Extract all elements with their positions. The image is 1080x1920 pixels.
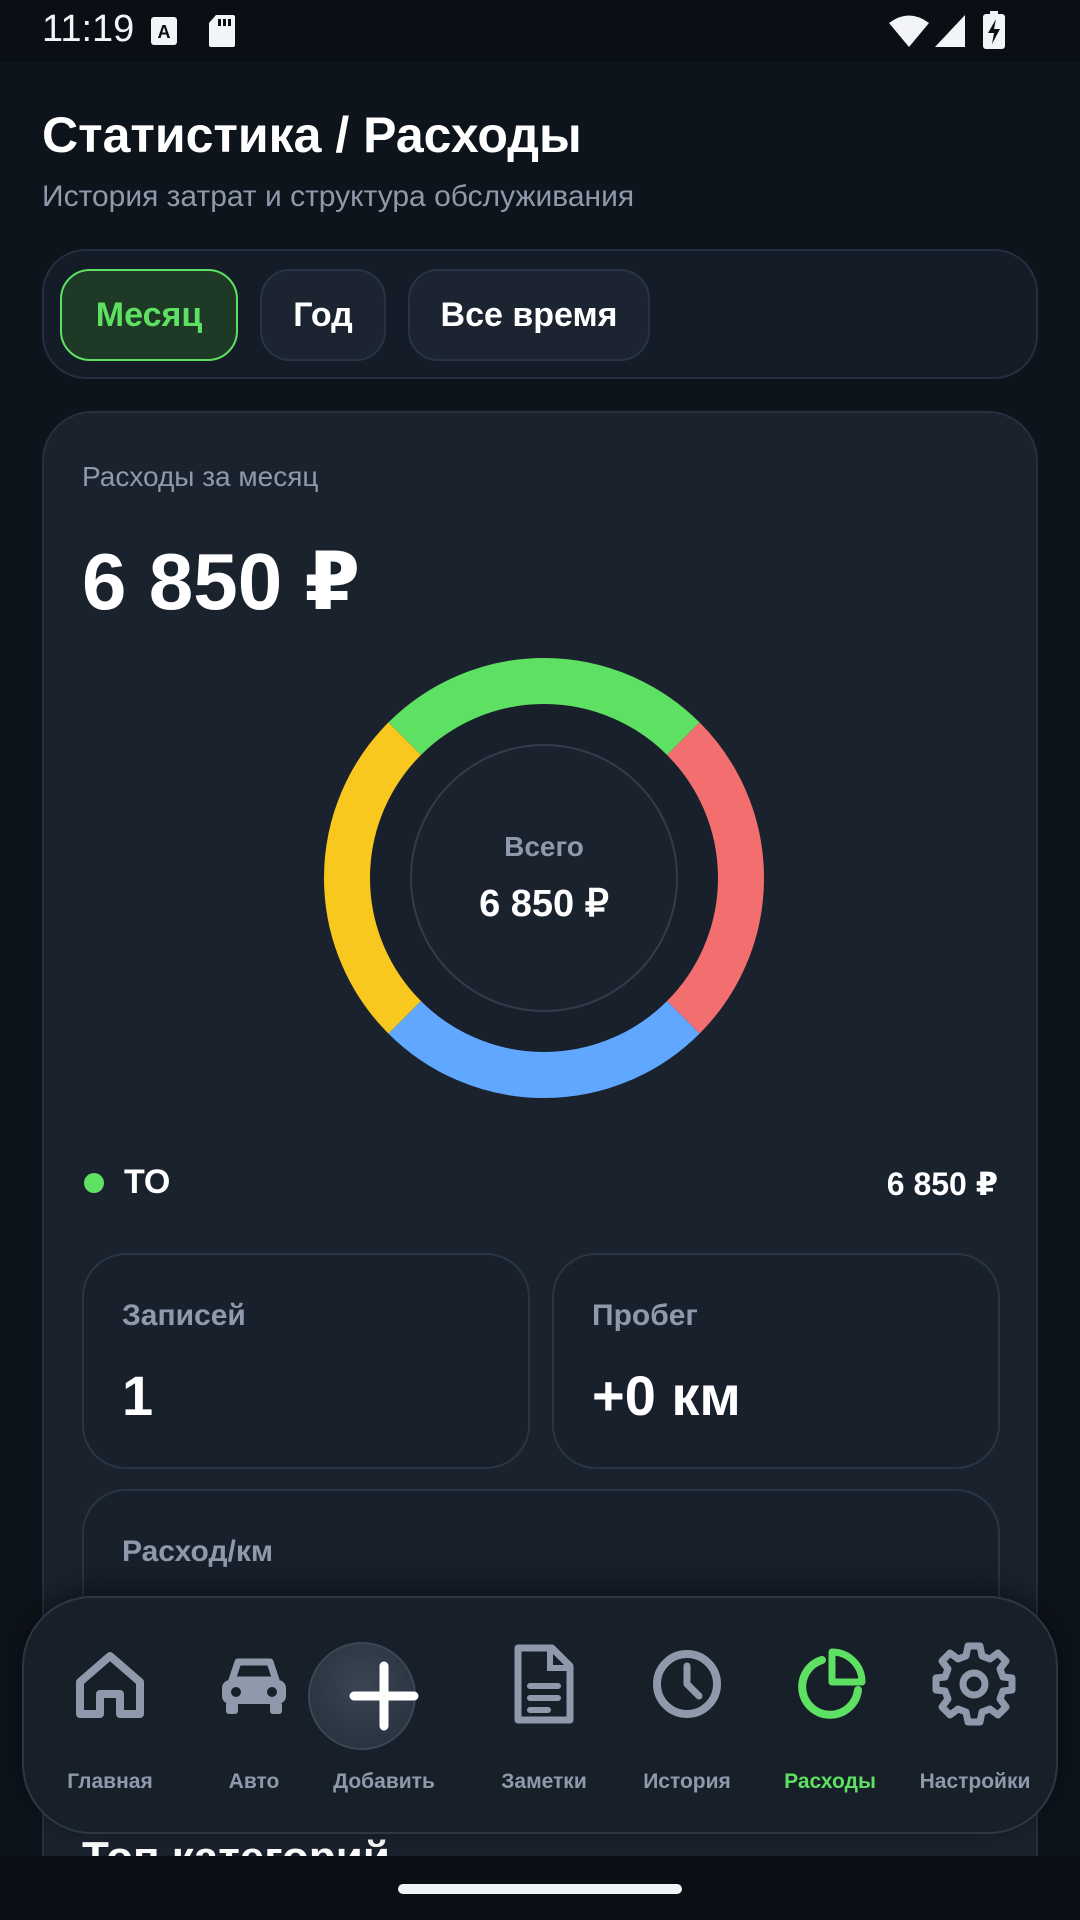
nav-item-notes[interactable]: Заметки: [474, 1598, 614, 1836]
legend-dot-maintenance: [84, 1173, 104, 1193]
cost-per-km-label: Расход/км: [122, 1535, 274, 1568]
donut-center-label: Всего: [504, 831, 584, 862]
page-subtitle: История затрат и структура обслуживания: [42, 180, 635, 213]
bottom-navigation: Главная Авто Добавить Заметки История Ра…: [22, 1596, 1058, 1834]
home-indicator[interactable]: [398, 1884, 682, 1894]
tab-month[interactable]: Месяц: [60, 269, 238, 361]
donut-center-value: 6 850 ₽: [479, 883, 609, 925]
status-time: 11:19: [42, 8, 135, 50]
records-value: 1: [122, 1364, 154, 1427]
car-icon: [222, 1658, 286, 1714]
keyboard-notification-icon: A: [151, 17, 177, 45]
svg-text:A: A: [158, 22, 171, 42]
nav-item-add[interactable]: Добавить: [308, 1598, 468, 1836]
nav-label-home: Главная: [67, 1770, 153, 1793]
nav-item-history[interactable]: История: [617, 1598, 757, 1836]
status-bar: 11:19 A: [0, 0, 1080, 62]
nav-item-settings[interactable]: Настройки: [904, 1598, 1044, 1836]
nav-label-expenses: Расходы: [784, 1770, 876, 1793]
tab-year[interactable]: Год: [260, 269, 386, 361]
donut-center: [410, 744, 678, 1012]
nav-item-home[interactable]: Главная: [40, 1598, 180, 1836]
page-title: Статистика / Расходы: [42, 107, 582, 163]
period-selector: Месяц Год Все время: [42, 249, 1038, 379]
nav-label-notes: Заметки: [501, 1770, 587, 1793]
wifi-icon: [889, 15, 929, 47]
sd-card-icon: [209, 15, 235, 47]
mileage-value: +0 км: [592, 1364, 741, 1427]
expenses-period-label: Расходы за месяц: [82, 461, 319, 492]
plus-icon: [349, 1661, 419, 1731]
expenses-total: 6 850 ₽: [82, 537, 361, 626]
nav-label-history: История: [643, 1770, 731, 1793]
expenses-donut-chart: Всего 6 850 ₽: [324, 658, 764, 1098]
nav-item-car[interactable]: Авто: [184, 1598, 324, 1836]
nav-item-expenses[interactable]: Расходы: [760, 1598, 900, 1836]
records-label: Записей: [122, 1299, 246, 1332]
home-icon: [76, 1652, 144, 1718]
clock-icon: [653, 1650, 721, 1718]
gear-icon: [932, 1642, 1016, 1726]
legend-value-maintenance: 6 850 ₽: [886, 1166, 998, 1202]
nav-label-add: Добавить: [333, 1770, 435, 1793]
tab-all-time[interactable]: Все время: [408, 269, 650, 361]
mileage-label: Пробег: [592, 1299, 698, 1332]
mileage-card: Пробег +0 км: [552, 1253, 1000, 1469]
pie-chart-icon: [798, 1648, 866, 1719]
signal-icon: [935, 15, 965, 47]
nav-label-settings: Настройки: [919, 1770, 1031, 1793]
records-card: Записей 1: [82, 1253, 530, 1469]
notes-icon: [514, 1644, 574, 1724]
legend-label-maintenance: ТО: [124, 1163, 171, 1201]
battery-charging-icon: [983, 11, 1005, 49]
